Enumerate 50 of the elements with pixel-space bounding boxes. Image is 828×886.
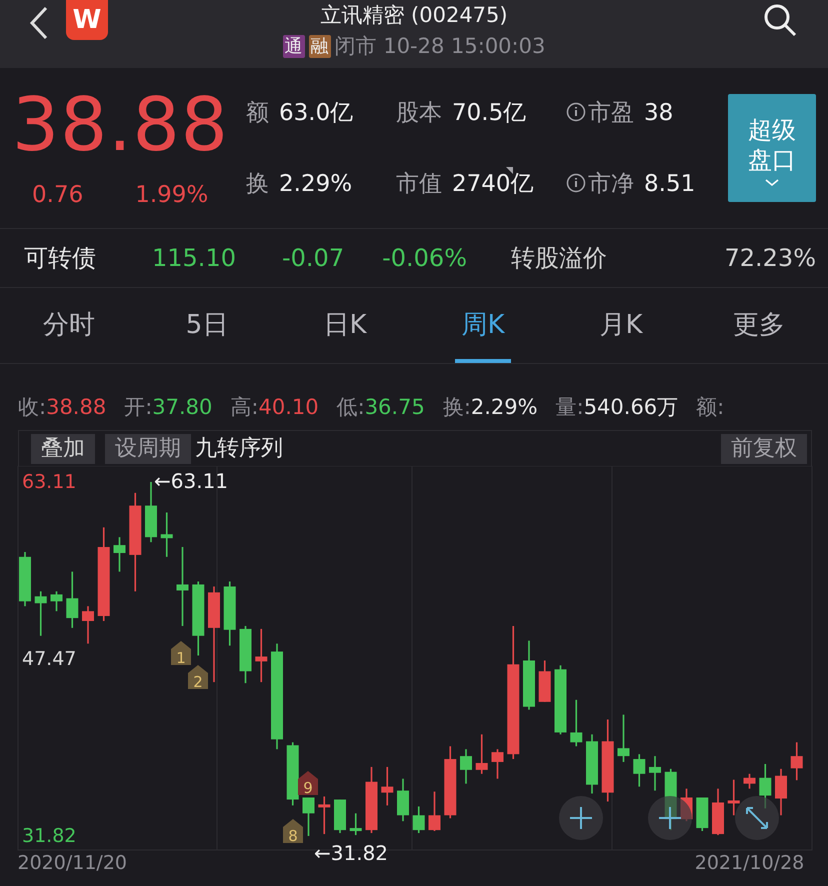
market-tag: 融 — [308, 35, 331, 58]
stat-label: 市值 — [396, 170, 442, 196]
indicator-label: 九转序列 — [195, 435, 283, 463]
stat-value: 38 — [644, 100, 674, 126]
price-note: ←63.11 — [154, 469, 228, 493]
stat-label: 换 — [246, 170, 269, 196]
price-change-percent: 1.99% — [135, 181, 208, 210]
stat-label: 额 — [246, 100, 269, 126]
bond-change: -0.07 — [282, 243, 344, 274]
sequence-marker: 1 — [171, 641, 191, 667]
price-axis-label: 63.11 — [22, 470, 76, 493]
ohlc-label: 高: — [230, 395, 258, 419]
sequence-marker: 8 — [283, 819, 303, 845]
bond-label: 可转债 — [24, 243, 96, 274]
market-status: 闭市 10-28 15:00:03 — [334, 33, 546, 60]
stock-title: 立讯精密 (002475) — [319, 3, 509, 28]
date-label: 2021/10/28 — [694, 852, 804, 874]
date-label: 2020/11/20 — [18, 852, 127, 874]
ohlc-value: 2.29% — [470, 395, 538, 419]
bond-change-percent: -0.06% — [382, 243, 467, 274]
ohlc-label: 低: — [336, 395, 365, 419]
price-note: ←31.82 — [314, 841, 388, 865]
premium-label: 转股溢价 — [511, 243, 607, 274]
ohlc-label: 开: — [124, 395, 152, 419]
price: 38.88 — [12, 88, 222, 162]
ohlc-label: 换: — [442, 395, 471, 419]
ohlc-label: 量: — [556, 395, 584, 419]
sequence-marker: 9 — [298, 771, 318, 797]
stat-label: 市净 — [588, 170, 634, 196]
stat-value: 2.29% — [279, 170, 352, 196]
stat-value: 2740亿 — [452, 170, 534, 196]
ohlc-label: 收: — [18, 395, 46, 419]
price-axis-label: 47.47 — [22, 648, 76, 670]
ohlc-label: 额: — [696, 395, 724, 419]
ohlc-value: 38.88 — [46, 395, 106, 419]
premium-value: 72.23% — [724, 243, 816, 274]
stat-value: 63.0亿 — [279, 100, 354, 126]
price-axis-label: 31.82 — [22, 824, 76, 847]
ohlc-value: 540.66万 — [584, 395, 678, 419]
ohlc-value: 36.75 — [364, 395, 425, 419]
price-change: 0.76 — [32, 181, 84, 210]
ohlc-value: 37.80 — [152, 395, 212, 419]
stat-label: 股本 — [396, 100, 442, 126]
stat-value: 8.51 — [644, 170, 696, 196]
stat-label: 市盈 — [588, 100, 634, 126]
sequence-marker: 2 — [188, 665, 208, 691]
stat-value: 70.5亿 — [452, 100, 526, 126]
bond-price: 115.10 — [152, 243, 236, 274]
ohlc-value: 40.10 — [258, 395, 319, 419]
market-tag: 通 — [282, 35, 305, 58]
